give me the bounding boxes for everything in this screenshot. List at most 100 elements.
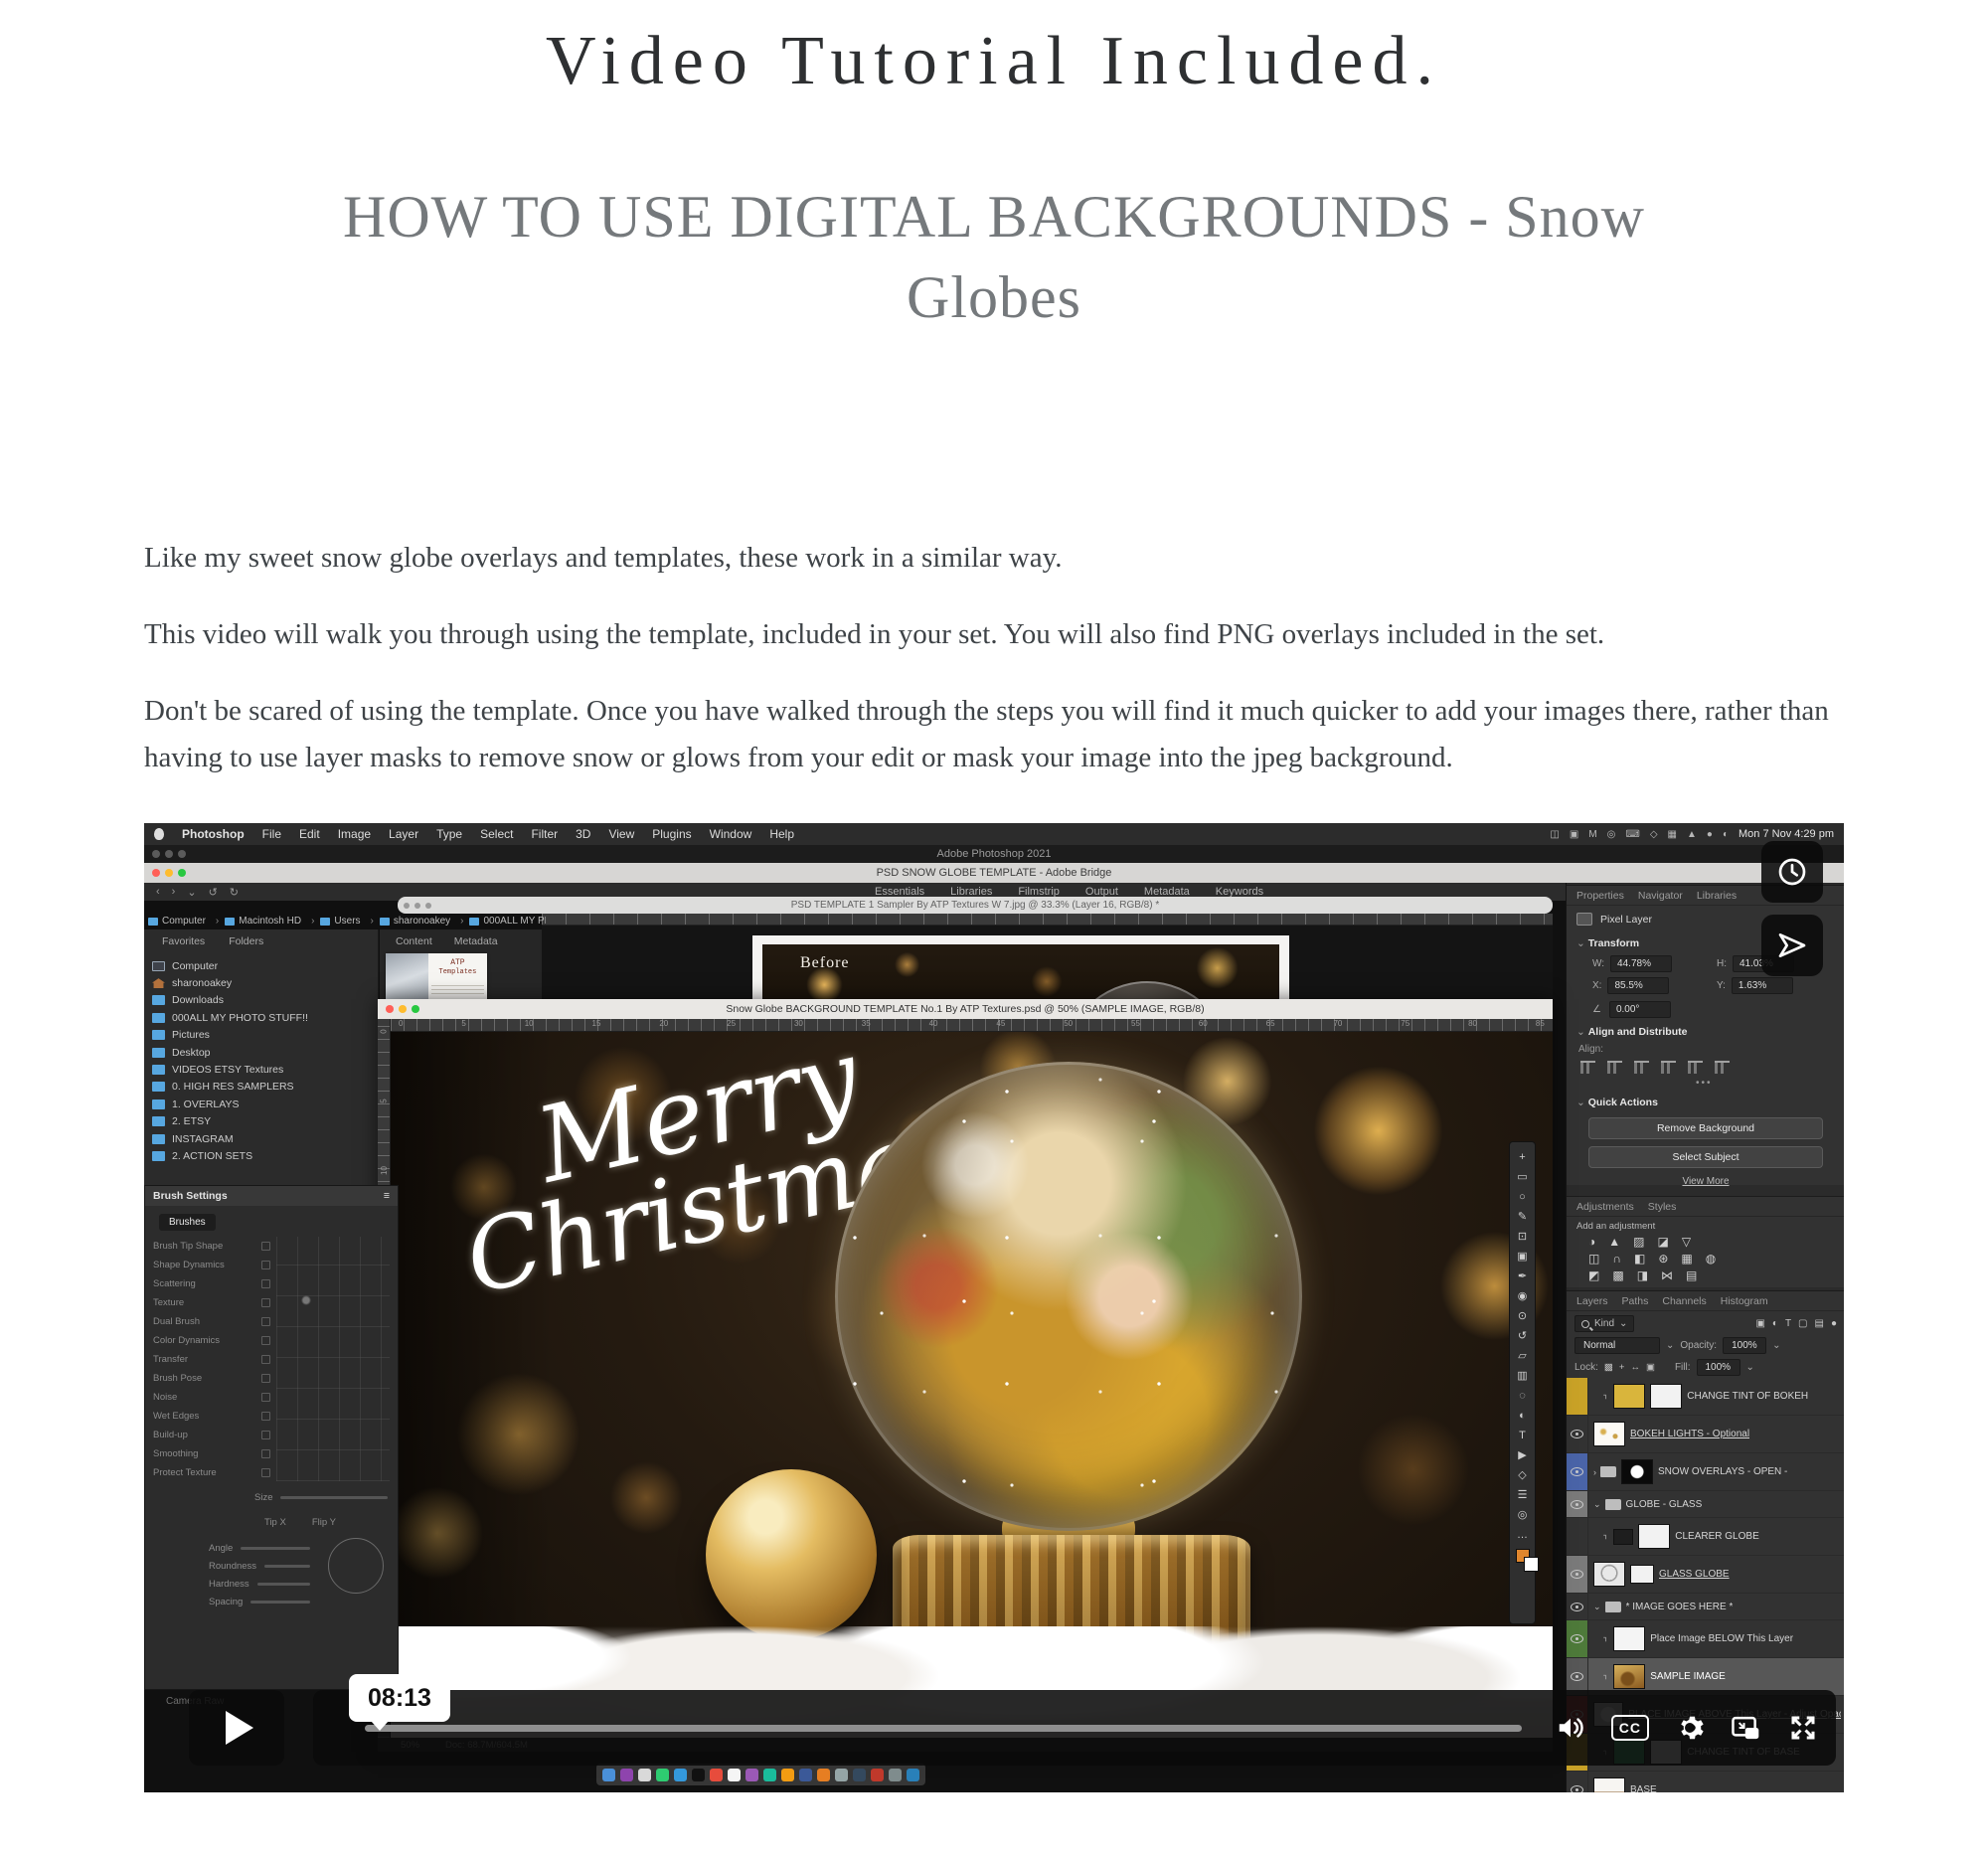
tool-icon[interactable]: ○	[1513, 1188, 1532, 1207]
tool-icon[interactable]: ☰	[1513, 1486, 1532, 1505]
dock-app-icon[interactable]	[799, 1769, 812, 1781]
lock-icon[interactable]: ▣	[1646, 1362, 1655, 1373]
filter-icon[interactable]: ▢	[1798, 1318, 1807, 1329]
filter-icon[interactable]: ▣	[1755, 1318, 1764, 1329]
panel-tab[interactable]: Layers	[1576, 1295, 1608, 1307]
folder-icon[interactable]	[1593, 1602, 1621, 1612]
dock-app-icon[interactable]	[620, 1769, 633, 1781]
layer-row[interactable]: ⌐ * IMAGE GOES HERE *	[1567, 1594, 1844, 1620]
adjustment-icon[interactable]: ◨	[1637, 1268, 1648, 1282]
align-section-title[interactable]: Align and Distribute	[1567, 1018, 1844, 1040]
brush-option[interactable]: Build-up	[153, 1426, 270, 1444]
adjustment-icon[interactable]: ▤	[1686, 1268, 1697, 1282]
dock-app-icon[interactable]	[889, 1769, 902, 1781]
brush-angle-dial[interactable]	[328, 1538, 384, 1594]
breadcrumb-item[interactable]: Computer	[148, 916, 219, 927]
angle-value[interactable]: 0.00°	[1609, 1001, 1671, 1018]
blend-mode-select[interactable]: Normal	[1574, 1337, 1660, 1354]
lock-icon[interactable]: +	[1619, 1362, 1625, 1373]
nav-icon[interactable]: ↺	[209, 886, 218, 899]
bridge-favorite-item[interactable]: Downloads	[152, 992, 378, 1009]
breadcrumb-item[interactable]: 000ALL MY PH	[469, 916, 546, 927]
tool-icon[interactable]: ✒	[1513, 1268, 1532, 1286]
adjustment-icon[interactable]: ⋈	[1661, 1268, 1673, 1282]
align-right-icon[interactable]	[1634, 1061, 1649, 1074]
brush-option[interactable]: Dual Brush	[153, 1312, 270, 1331]
visibility-eye-icon[interactable]	[1571, 1500, 1583, 1509]
nav-icon[interactable]: ↻	[230, 886, 239, 899]
menu-item[interactable]: Filter	[531, 827, 558, 841]
align-middle-icon[interactable]	[1688, 1061, 1703, 1074]
size-slider[interactable]	[280, 1496, 388, 1499]
panel-tab[interactable]: Channels	[1662, 1295, 1706, 1307]
bridge-favorite-item[interactable]: Computer	[152, 957, 378, 974]
macos-dock[interactable]	[596, 1764, 925, 1785]
brush-option[interactable]: Noise	[153, 1388, 270, 1407]
transform-field[interactable]: X: 85.5%	[1592, 977, 1707, 994]
align-left-icon[interactable]	[1580, 1061, 1595, 1074]
play-button[interactable]	[189, 1690, 284, 1766]
menubar-status-icon[interactable]: M	[1588, 829, 1596, 840]
tool-icon[interactable]: ▥	[1513, 1367, 1532, 1386]
folder-icon[interactable]	[1593, 1466, 1616, 1477]
bridge-favorite-item[interactable]: 0. HIGH RES SAMPLERS	[152, 1079, 378, 1096]
nav-icon[interactable]: ›	[172, 886, 176, 899]
window-controls[interactable]	[152, 869, 186, 877]
layer-label-cell[interactable]	[1567, 1518, 1588, 1555]
bridge-favorite-item[interactable]: 1. OVERLAYS	[152, 1096, 378, 1112]
brush-option[interactable]: Color Dynamics	[153, 1331, 270, 1350]
menubar-status-icon[interactable]: ◫	[1550, 829, 1559, 840]
panel-tab[interactable]: Folders	[219, 933, 273, 949]
gear-icon[interactable]	[1675, 1713, 1705, 1743]
layer-label-cell[interactable]	[1567, 1772, 1588, 1792]
menu-item[interactable]: Select	[480, 827, 513, 841]
filter-icon[interactable]: T	[1785, 1318, 1791, 1329]
quick-actions-title[interactable]: Quick Actions	[1567, 1089, 1844, 1110]
tool-icon[interactable]: ⊙	[1513, 1307, 1532, 1326]
layer-label-cell[interactable]	[1567, 1620, 1588, 1657]
layer-thumbnail[interactable]	[1593, 1422, 1625, 1446]
dock-app-icon[interactable]	[728, 1769, 741, 1781]
tool-icon[interactable]: ▭	[1513, 1168, 1532, 1187]
layer-row[interactable]: ⌐ SNOW OVERLAYS - OPEN -	[1567, 1453, 1844, 1491]
menubar-status-icon[interactable]: ◐	[1723, 829, 1729, 840]
breadcrumb-item[interactable]: sharonoakey	[380, 916, 464, 927]
field-value[interactable]: 1.63%	[1732, 977, 1793, 994]
layer-mask-thumbnail[interactable]	[1650, 1384, 1682, 1409]
bridge-favorite-item[interactable]: Pictures	[152, 1027, 378, 1044]
tool-icon[interactable]: T	[1513, 1427, 1532, 1445]
align-more[interactable]: •••	[1567, 1074, 1844, 1089]
menubar-status-icon[interactable]: ▲	[1687, 829, 1697, 840]
share-button[interactable]	[1761, 915, 1823, 976]
quick-action-button[interactable]: Select Subject	[1588, 1146, 1823, 1168]
layer-row[interactable]: ⌐ BASE	[1567, 1772, 1844, 1792]
visibility-eye-icon[interactable]	[1571, 1430, 1583, 1438]
tool-icon[interactable]: ✎	[1513, 1208, 1532, 1227]
menubar-status-icon[interactable]: ◎	[1607, 829, 1616, 840]
watch-later-button[interactable]	[1761, 841, 1823, 903]
brush-option[interactable]: Transfer	[153, 1350, 270, 1369]
layer-name[interactable]: SAMPLE IMAGE	[1650, 1671, 1726, 1682]
window-controls[interactable]	[404, 903, 431, 909]
layer-mask-thumbnail[interactable]	[1638, 1524, 1670, 1549]
breadcrumb-item[interactable]: Macintosh HD	[225, 916, 314, 927]
nav-icon[interactable]: ‹	[156, 886, 160, 899]
brush-tip-grid[interactable]	[276, 1237, 390, 1481]
adjustment-icon[interactable]: ⊛	[1658, 1252, 1668, 1266]
folder-icon[interactable]	[1593, 1499, 1621, 1510]
panel-tab[interactable]: Paths	[1622, 1295, 1649, 1307]
tip-control[interactable]: Flip Y	[312, 1517, 336, 1528]
panel-tab[interactable]: Content	[388, 933, 440, 949]
panel-tab[interactable]: Styles	[1648, 1201, 1677, 1213]
panel-tab[interactable]: Properties	[1576, 890, 1624, 902]
panel-tab[interactable]: Metadata	[446, 933, 506, 949]
foreground-color-swatch[interactable]	[1516, 1549, 1530, 1563]
brush-option[interactable]: Texture	[153, 1293, 270, 1312]
panel-tab[interactable]: Histogram	[1721, 1295, 1768, 1307]
dock-app-icon[interactable]	[763, 1769, 776, 1781]
layer-name[interactable]: BOKEH LIGHTS - Optional	[1630, 1429, 1749, 1439]
layer-name[interactable]: SNOW OVERLAYS - OPEN -	[1658, 1466, 1787, 1477]
menubar-status-icon[interactable]: ⌨	[1625, 829, 1639, 840]
sampler-doc-titlebar[interactable]: PSD TEMPLATE 1 Sampler By ATP Textures W…	[398, 897, 1553, 914]
layer-thumbnail[interactable]	[1613, 1626, 1645, 1651]
